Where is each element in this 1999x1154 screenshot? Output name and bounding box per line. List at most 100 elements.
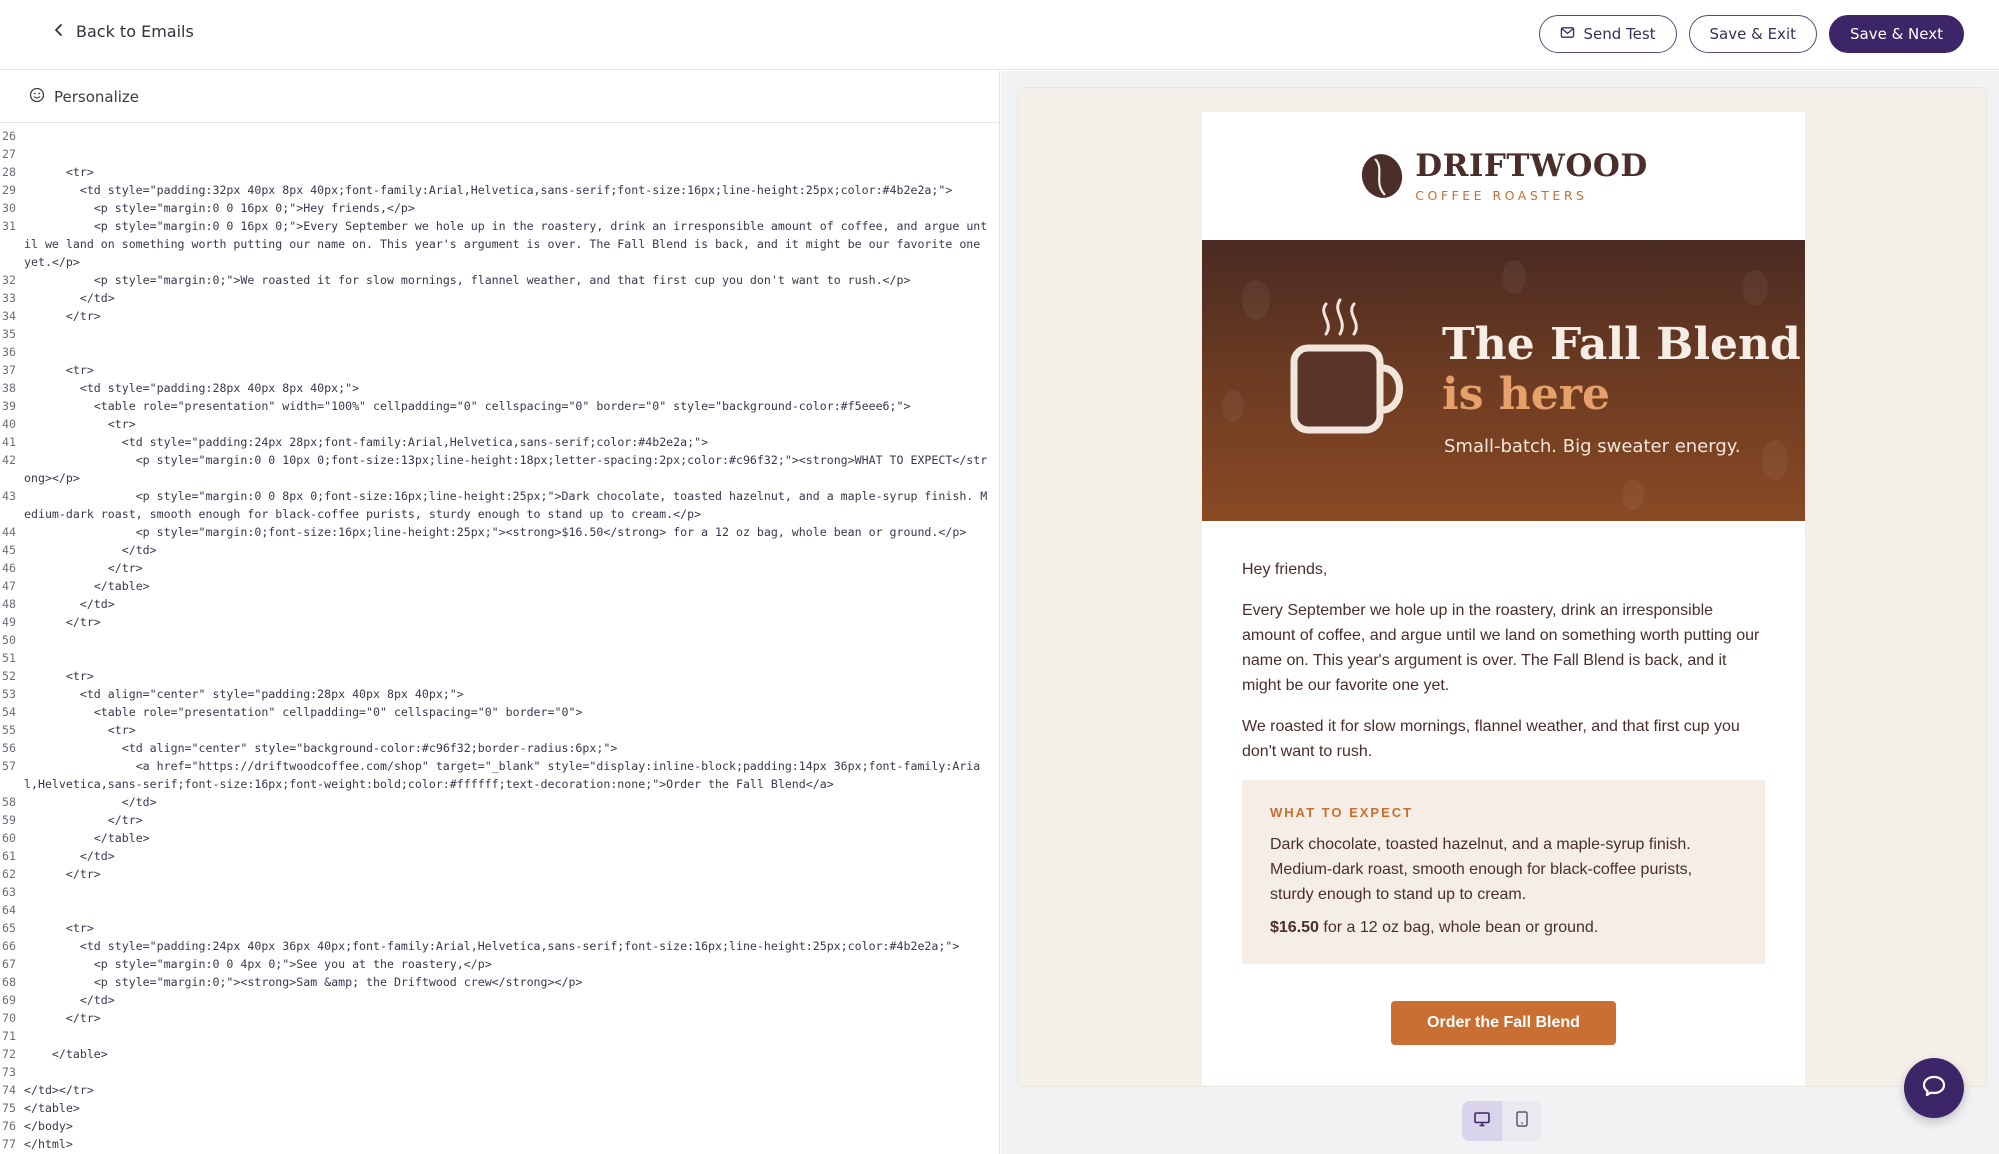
hero-title-line-1: The Fall Blend xyxy=(1442,319,1801,370)
line-content: <td style="padding:24px 40px 36px 40px;f… xyxy=(24,939,960,953)
line-content: <p style="margin:0 0 16px 0;">Every Sept… xyxy=(24,219,988,269)
line-content: <tr> xyxy=(24,723,136,737)
line-number: 59 xyxy=(2,813,16,827)
code-line: 69 </td> xyxy=(0,991,999,1009)
save-next-button[interactable]: Save & Next xyxy=(1829,15,1964,53)
code-line: 70 </tr> xyxy=(0,1009,999,1027)
code-line: 50 xyxy=(0,631,999,649)
desktop-icon xyxy=(1473,1110,1491,1132)
email-body: Hey friends, Every September we hole up … xyxy=(1202,521,1805,764)
code-line: 46 </tr> xyxy=(0,559,999,577)
hero-subtitle: Small-batch. Big sweater energy. xyxy=(1444,436,1741,457)
line-content: <tr> xyxy=(24,669,94,683)
line-number: 36 xyxy=(2,345,16,359)
code-line: 51 xyxy=(0,649,999,667)
tablet-icon xyxy=(1513,1110,1531,1132)
save-next-label: Save & Next xyxy=(1850,25,1943,43)
line-content: <td align="center" style="padding:28px 4… xyxy=(24,687,464,701)
line-number: 55 xyxy=(2,723,16,737)
code-line: 66 <td style="padding:24px 40px 36px 40p… xyxy=(0,937,999,955)
brand-logo: DRIFTWOOD COFFEE ROASTERS xyxy=(1202,112,1805,240)
code-line: 35 xyxy=(0,325,999,343)
line-number: 49 xyxy=(2,615,16,629)
line-number: 48 xyxy=(2,597,16,611)
code-line: 63 xyxy=(0,883,999,901)
line-number: 44 xyxy=(2,525,16,539)
brand-text: DRIFTWOOD COFFEE ROASTERS xyxy=(1415,150,1647,203)
line-content: <td style="padding:28px 40px 8px 40px;"> xyxy=(24,381,360,395)
code-line: 54 <table role="presentation" cellpaddin… xyxy=(0,703,999,721)
code-line: 53 <td align="center" style="padding:28p… xyxy=(0,685,999,703)
line-number: 41 xyxy=(2,435,16,449)
line-content: <p style="margin:0 0 4px 0;">See you at … xyxy=(24,957,492,971)
chat-support-button[interactable] xyxy=(1904,1058,1964,1118)
line-number: 60 xyxy=(2,831,16,845)
line-content: </td> xyxy=(24,795,157,809)
personalize-button[interactable]: Personalize xyxy=(0,71,999,123)
line-number: 72 xyxy=(2,1047,16,1061)
smiley-icon xyxy=(29,87,45,107)
code-line: 74 </td></tr> xyxy=(0,1081,999,1099)
line-number: 63 xyxy=(2,885,16,899)
line-content: <p style="margin:0;">We roasted it for s… xyxy=(24,273,911,287)
line-content: </td> xyxy=(24,291,115,305)
line-number: 43 xyxy=(2,489,16,503)
line-number: 62 xyxy=(2,867,16,881)
paragraph-2: We roasted it for slow mornings, flannel… xyxy=(1242,718,1740,760)
code-line: 75 </table> xyxy=(0,1099,999,1117)
line-content: <p style="margin:0;"><strong>Sam &amp; t… xyxy=(24,975,583,989)
coffee-bean-icon xyxy=(1362,154,1403,198)
expect-body: Dark chocolate, toasted hazelnut, and a … xyxy=(1270,836,1693,903)
order-fall-blend-button[interactable]: Order the Fall Blend xyxy=(1391,1001,1616,1045)
code-line: 49 </tr> xyxy=(0,613,999,631)
line-number: 56 xyxy=(2,741,16,755)
cta-wrapper: Order the Fall Blend xyxy=(1202,964,1805,1045)
code-line: 33 </td> xyxy=(0,289,999,307)
mobile-view-button[interactable] xyxy=(1502,1101,1542,1141)
line-content: </table> xyxy=(24,579,150,593)
line-number: 42 xyxy=(2,453,16,467)
line-number: 69 xyxy=(2,993,16,1007)
line-number: 40 xyxy=(2,417,16,431)
code-line: 37 <tr> xyxy=(0,361,999,379)
line-content: </tr> xyxy=(24,867,101,881)
line-number: 32 xyxy=(2,273,16,287)
line-content: </td> xyxy=(24,849,115,863)
price-line: $16.50 for a 12 oz bag, whole bean or gr… xyxy=(1270,915,1737,940)
line-content: </tr> xyxy=(24,615,101,629)
code-line: 29 <td style="padding:32px 40px 8px 40px… xyxy=(0,181,999,199)
send-test-button[interactable]: Send Test xyxy=(1539,15,1677,53)
line-content: </tr> xyxy=(24,1011,101,1025)
line-number: 50 xyxy=(2,633,16,647)
code-line: 42 <p style="margin:0 0 10px 0;font-size… xyxy=(0,451,999,487)
code-line: 45 </td> xyxy=(0,541,999,559)
code-line: 76 </body> xyxy=(0,1117,999,1135)
code-editor[interactable]: 26 27 28 <tr> 29 <td style="padding:32px 40… xyxy=(0,123,999,1153)
line-content: </table> xyxy=(24,1047,108,1061)
preview-stage: DRIFTWOOD COFFEE ROASTERS The Fall Blend… xyxy=(1017,87,1987,1087)
line-number: 45 xyxy=(2,543,16,557)
line-content: <td align="center" style="background-col… xyxy=(24,741,618,755)
line-number: 57 xyxy=(2,759,16,773)
personalize-label: Personalize xyxy=(54,87,140,106)
line-content: </tr> xyxy=(24,561,143,575)
line-content: <td style="padding:32px 40px 8px 40px;fo… xyxy=(24,183,953,197)
chevron-left-icon xyxy=(52,22,66,41)
desktop-view-button[interactable] xyxy=(1462,1101,1502,1141)
line-number: 61 xyxy=(2,849,16,863)
line-number: 74 xyxy=(2,1083,16,1097)
back-to-emails-link[interactable]: Back to Emails xyxy=(52,22,194,41)
line-number: 54 xyxy=(2,705,16,719)
line-content: <p style="margin:0 0 16px 0;">Hey friend… xyxy=(24,201,415,215)
line-number: 34 xyxy=(2,309,16,323)
code-line: 56 <td align="center" style="background-… xyxy=(0,739,999,757)
code-line: 55 <tr> xyxy=(0,721,999,739)
line-number: 51 xyxy=(2,651,16,665)
line-number: 64 xyxy=(2,903,16,917)
line-number: 58 xyxy=(2,795,16,809)
line-content: <tr> xyxy=(24,417,136,431)
line-content: <table role="presentation" cellpadding="… xyxy=(24,705,583,719)
save-exit-button[interactable]: Save & Exit xyxy=(1688,15,1817,53)
line-content: </tr> xyxy=(24,813,143,827)
code-line: 41 <td style="padding:24px 28px;font-fam… xyxy=(0,433,999,451)
